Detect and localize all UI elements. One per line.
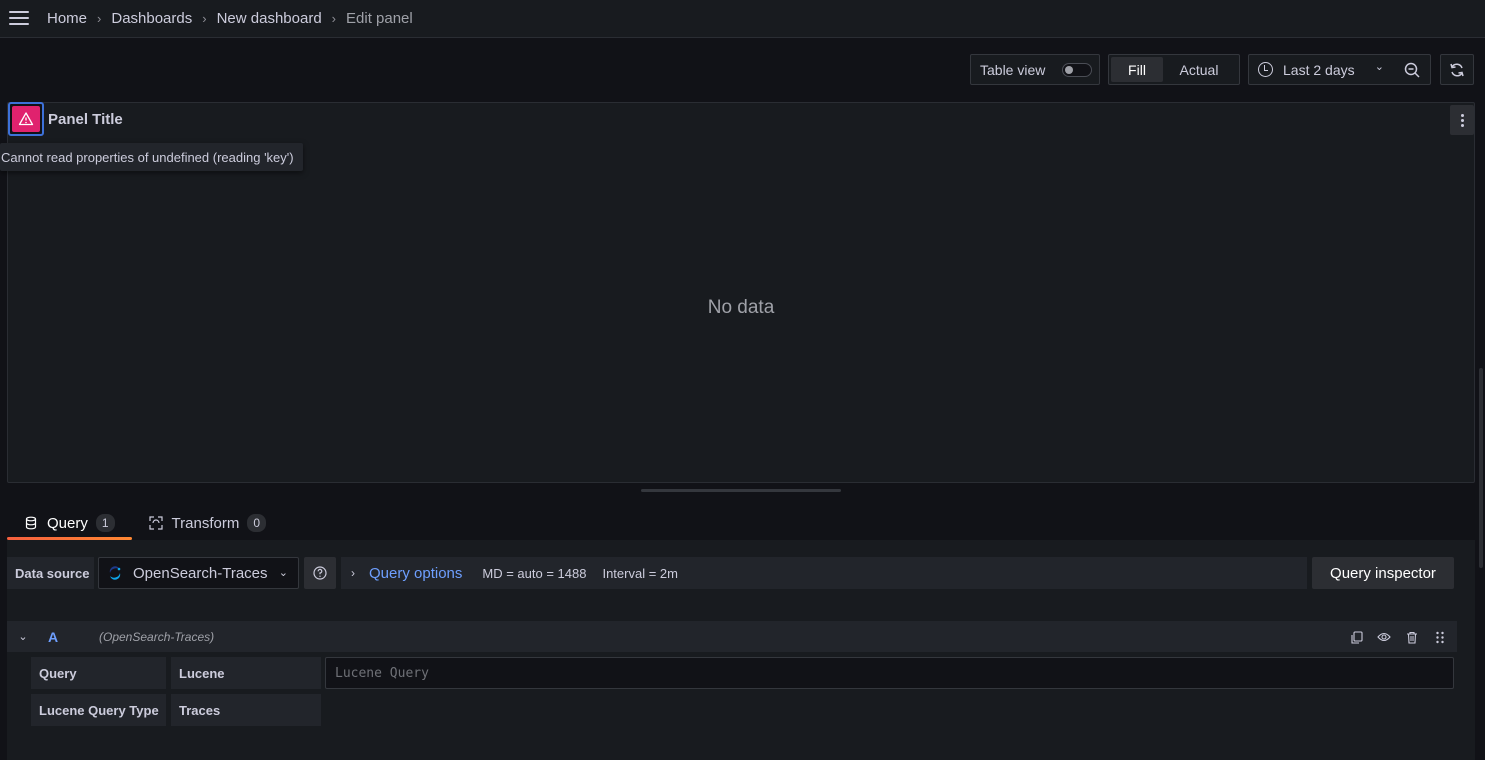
opensearch-logo-icon xyxy=(109,566,121,580)
chevron-down-icon: ⌄ xyxy=(278,567,288,579)
drag-handle-icon[interactable] xyxy=(1431,628,1449,646)
data-source-name: OpenSearch-Traces xyxy=(133,564,268,582)
panel-error-button[interactable] xyxy=(8,102,44,136)
tab-transform[interactable]: Transform 0 xyxy=(132,506,283,540)
time-range-label: Last 2 days xyxy=(1283,61,1355,78)
max-data-points: MD = auto = 1488 xyxy=(482,565,587,581)
refresh-icon xyxy=(1450,62,1464,77)
tab-transform-label: Transform xyxy=(171,514,240,532)
query-ref-id[interactable]: A xyxy=(39,629,99,645)
panel-resize-handle[interactable] xyxy=(641,489,841,492)
query-options-toggle[interactable]: Query options xyxy=(369,565,462,582)
panel-menu-button[interactable] xyxy=(1450,105,1474,135)
duplicate-query-icon[interactable] xyxy=(1347,628,1365,646)
tab-query-label: Query xyxy=(47,514,88,532)
tab-query[interactable]: Query 1 xyxy=(7,506,132,540)
data-source-label: Data source xyxy=(7,557,94,589)
data-source-help-button[interactable] xyxy=(304,557,336,589)
collapse-chevron-icon[interactable]: ⌄ xyxy=(7,630,39,643)
no-data-message: No data xyxy=(707,297,775,318)
query-field-label: Query xyxy=(31,657,166,689)
tab-query-count: 1 xyxy=(95,514,115,532)
query-inspector-button[interactable]: Query inspector xyxy=(1312,557,1454,589)
lucene-query-input[interactable] xyxy=(325,657,1454,689)
actual-option[interactable]: Actual xyxy=(1163,57,1235,82)
query-interval: Interval = 2m xyxy=(602,565,678,581)
chevron-right-icon: › xyxy=(97,11,102,26)
breadcrumb-home[interactable]: Home xyxy=(47,10,87,27)
clock-icon xyxy=(1258,62,1273,77)
breadcrumb-edit-panel: Edit panel xyxy=(346,10,413,27)
time-range-picker[interactable]: Last 2 days ⌄ xyxy=(1248,54,1395,85)
database-icon xyxy=(24,516,38,530)
data-source-picker[interactable]: OpenSearch-Traces ⌄ xyxy=(98,557,299,589)
menu-icon[interactable] xyxy=(9,11,29,27)
tab-transform-count: 0 xyxy=(247,514,267,532)
scrollbar[interactable] xyxy=(1479,368,1483,568)
help-icon xyxy=(313,566,327,580)
lucene-query-type-label: Lucene Query Type xyxy=(31,694,166,726)
zoom-out-icon xyxy=(1404,62,1420,78)
chevron-right-icon[interactable]: › xyxy=(351,566,355,580)
zoom-out-button[interactable] xyxy=(1394,54,1431,85)
eye-icon[interactable] xyxy=(1375,628,1393,646)
error-tooltip: Cannot read properties of undefined (rea… xyxy=(0,143,303,171)
lucene-query-type-select[interactable]: Traces xyxy=(171,694,321,726)
warning-icon xyxy=(18,112,34,126)
chevron-right-icon: › xyxy=(331,11,337,26)
fill-actual-radio-group: Fill Actual xyxy=(1108,54,1240,85)
breadcrumb: Home › Dashboards › New dashboard › Edit… xyxy=(47,10,413,27)
top-nav: Home › Dashboards › New dashboard › Edit… xyxy=(0,0,1485,38)
chevron-right-icon: › xyxy=(202,11,207,26)
table-view-label: Table view xyxy=(980,61,1046,78)
fill-option[interactable]: Fill xyxy=(1111,57,1163,82)
breadcrumb-new-dashboard[interactable]: New dashboard xyxy=(217,10,322,27)
breadcrumb-dashboards[interactable]: Dashboards xyxy=(111,10,192,27)
transform-icon xyxy=(148,516,163,530)
chevron-down-icon: ⌄ xyxy=(1374,61,1384,73)
query-datasource-name: (OpenSearch-Traces) xyxy=(99,629,215,644)
trash-icon[interactable] xyxy=(1403,628,1421,646)
panel-title[interactable]: Panel Title xyxy=(48,111,123,128)
query-row-header: ⌄ A (OpenSearch-Traces) xyxy=(7,621,1457,652)
refresh-button[interactable] xyxy=(1440,54,1474,85)
table-view-toggle[interactable]: Table view xyxy=(970,54,1100,85)
query-row-actions xyxy=(1337,628,1449,646)
query-type-select[interactable]: Lucene xyxy=(171,657,321,689)
editor-tabs: Query 1 Transform 0 xyxy=(7,506,283,540)
more-vertical-icon xyxy=(1460,113,1464,128)
table-view-switch[interactable] xyxy=(1062,63,1092,77)
query-options-bar: › Query options MD = auto = 1488 Interva… xyxy=(341,557,1307,589)
